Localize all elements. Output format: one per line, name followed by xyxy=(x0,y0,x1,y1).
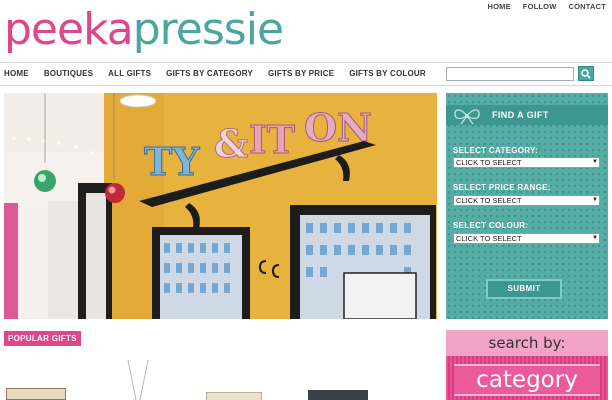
find-a-gift-panel: FIND A GIFT SELECT CATEGORY: CLICK TO SE… xyxy=(446,93,608,319)
site-logo[interactable]: peekapressie xyxy=(4,4,284,56)
price-range-select-value: CLICK TO SELECT xyxy=(456,196,522,205)
nav-home[interactable]: HOME xyxy=(4,69,29,78)
svg-text:&: & xyxy=(214,121,248,166)
price-range-select[interactable]: CLICK TO SELECT ▼ xyxy=(453,195,600,206)
logo-part-2: pressie xyxy=(132,4,284,55)
chevron-down-icon: ▼ xyxy=(592,235,598,241)
category-select[interactable]: CLICK TO SELECT ▼ xyxy=(453,157,600,168)
svg-text:TY: TY xyxy=(144,139,200,184)
colour-select-value: CLICK TO SELECT xyxy=(456,234,522,243)
nav-boutiques[interactable]: BOUTIQUES xyxy=(44,69,93,78)
colour-select[interactable]: CLICK TO SELECT ▼ xyxy=(453,233,600,244)
main-nav: HOME BOUTIQUES ALL GIFTS GIFTS BY CATEGO… xyxy=(0,62,612,86)
search-input[interactable] xyxy=(446,67,574,81)
finder-header: FIND A GIFT xyxy=(446,105,608,125)
gift-thumb-2[interactable] xyxy=(118,359,158,400)
search-by-category-label: category xyxy=(476,367,578,393)
gift-thumb-4[interactable] xyxy=(308,390,368,400)
chevron-down-icon: ▼ xyxy=(592,197,598,203)
svg-text:IT: IT xyxy=(249,117,295,162)
bow-icon xyxy=(454,109,480,125)
top-nav: HOME FOLLOW CONTACT xyxy=(487,2,606,11)
gift-thumb-1[interactable] xyxy=(6,388,66,400)
nav-all-gifts[interactable]: ALL GIFTS xyxy=(108,69,151,78)
colour-label: SELECT COLOUR: xyxy=(453,221,529,230)
search-icon xyxy=(581,68,591,79)
search-by-label: search by: xyxy=(488,334,566,352)
finder-title: FIND A GIFT xyxy=(492,110,549,120)
nav-gifts-by-colour[interactable]: GIFTS BY COLOUR xyxy=(349,69,426,78)
popular-gifts-label: POPULAR GIFTS xyxy=(4,331,81,346)
price-range-label: SELECT PRICE RANGE: xyxy=(453,183,551,192)
submit-button[interactable]: SUBMIT xyxy=(486,279,562,299)
category-label: SELECT CATEGORY: xyxy=(453,146,539,155)
search-by-category-banner[interactable]: search by: category xyxy=(446,330,608,400)
nav-gifts-by-category[interactable]: GIFTS BY CATEGORY xyxy=(166,69,253,78)
topnav-home-link[interactable]: HOME xyxy=(487,2,510,11)
gift-thumb-3[interactable] xyxy=(206,392,262,400)
category-select-value: CLICK TO SELECT xyxy=(456,158,522,167)
logo-part-1: peeka xyxy=(4,4,134,55)
topnav-follow-link[interactable]: FOLLOW xyxy=(523,2,557,11)
search-button[interactable] xyxy=(578,66,594,81)
chevron-down-icon: ▼ xyxy=(592,159,598,165)
hero-photo: TY & IT ON xyxy=(4,93,437,319)
topnav-contact-link[interactable]: CONTACT xyxy=(568,2,606,11)
nav-gifts-by-price[interactable]: GIFTS BY PRICE xyxy=(268,69,334,78)
